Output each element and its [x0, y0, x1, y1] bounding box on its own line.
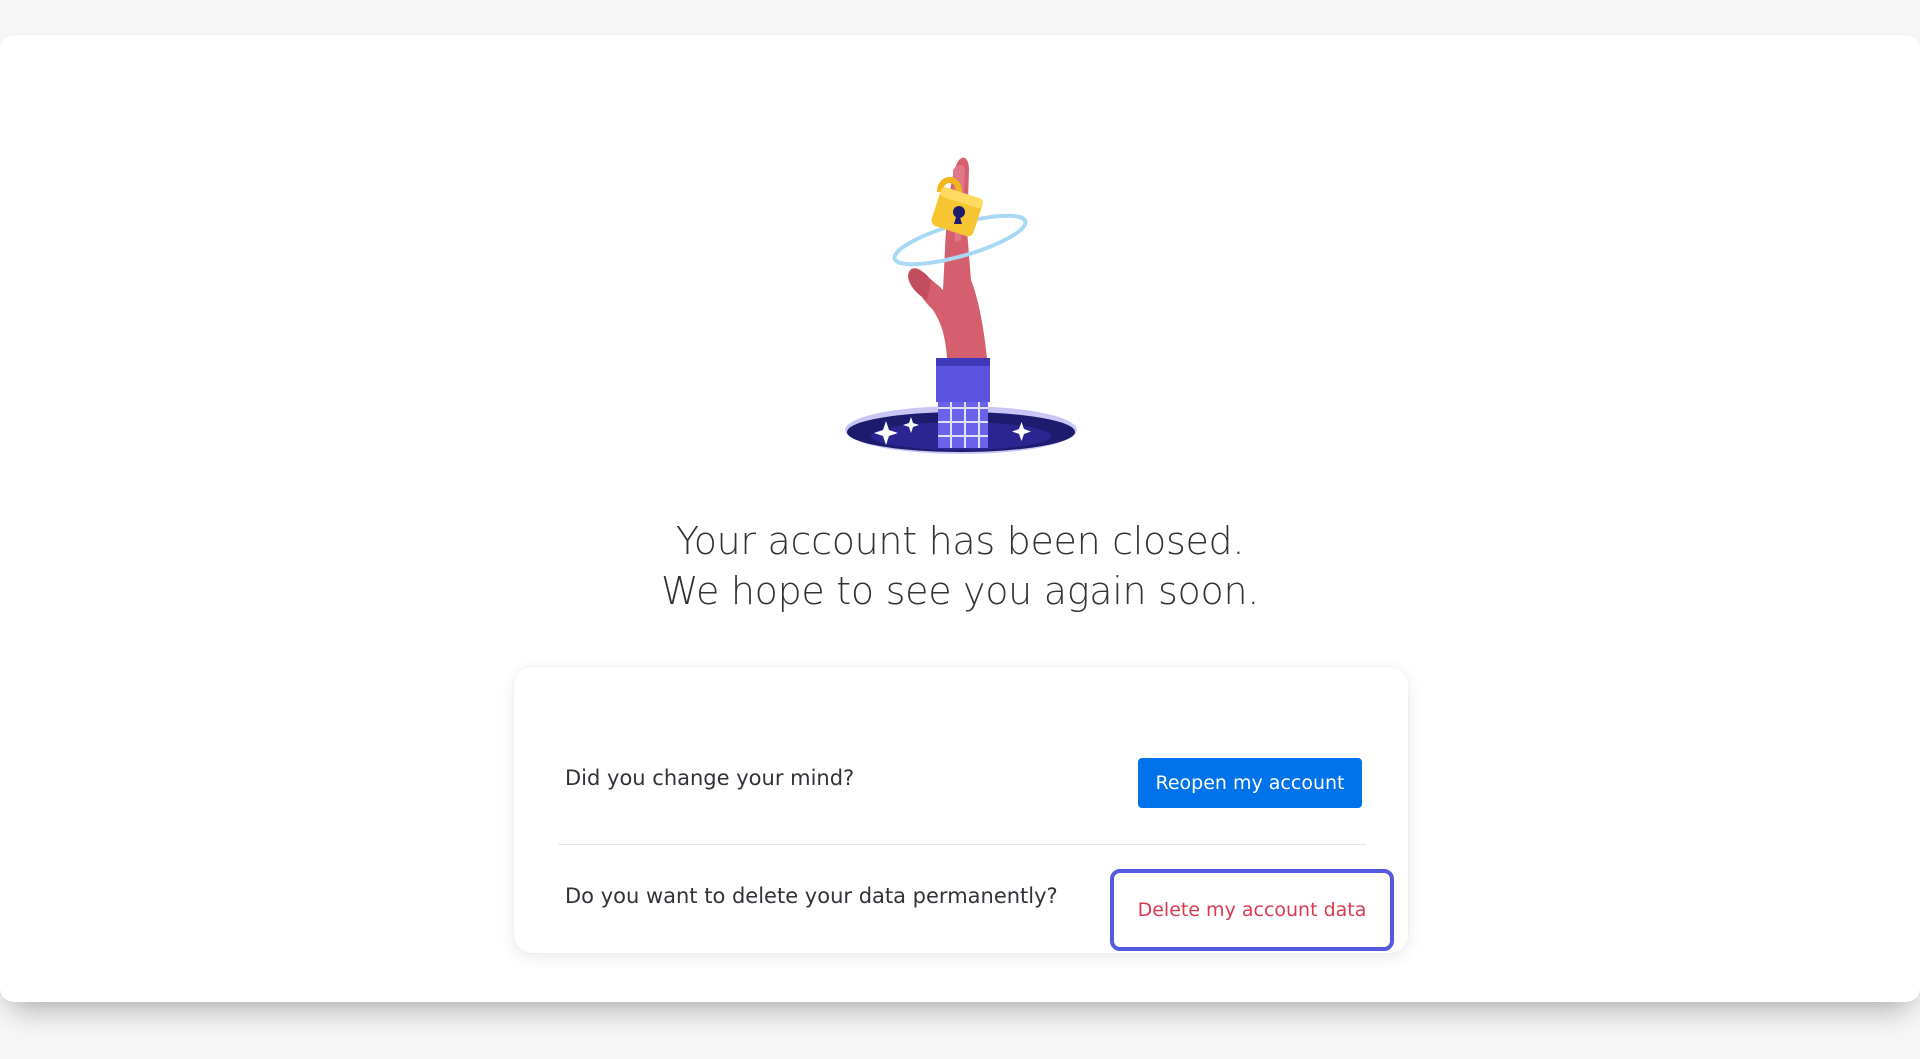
- account-closed-window: Your account has been closed. We hope to…: [0, 35, 1920, 1002]
- closed-headline: Your account has been closed. We hope to…: [0, 516, 1920, 616]
- reopen-account-button[interactable]: Reopen my account: [1138, 758, 1362, 808]
- reopen-row: Did you change your mind? Reopen my acco…: [514, 667, 1408, 845]
- headline-line-1: Your account has been closed.: [675, 519, 1245, 563]
- options-card: Did you change your mind? Reopen my acco…: [514, 667, 1408, 953]
- headline-line-2: We hope to see you again soon.: [660, 569, 1260, 613]
- reopen-question: Did you change your mind?: [565, 766, 855, 790]
- delete-row: Do you want to delete your data permanen…: [514, 845, 1408, 953]
- hand-holding-padlock-from-portal-icon: [835, 130, 1085, 460]
- delete-button-focus-ring: Delete my account data: [1110, 869, 1394, 951]
- delete-question: Do you want to delete your data permanen…: [565, 884, 1058, 908]
- delete-account-data-button[interactable]: Delete my account data: [1114, 873, 1390, 947]
